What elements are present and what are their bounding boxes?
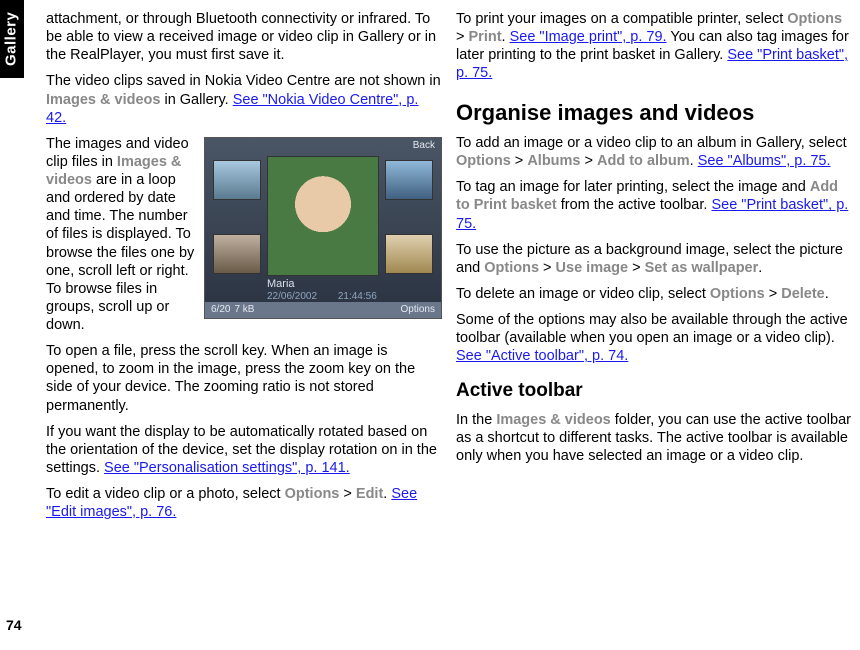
phone-thumb [213,234,261,274]
phone-thumb [385,234,433,274]
ui-options: Options [787,11,842,27]
ui-use-image: Use image [556,260,629,276]
phone-options: Options [401,304,435,317]
right-column: To print your images on a compatible pri… [456,2,852,650]
heading-active-toolbar: Active toolbar [456,379,852,403]
phone-filename: Maria [267,278,295,292]
para-auto-rotate: If you want the display to be automatica… [46,423,442,477]
ui-options: Options [456,153,511,169]
phone-time: 21:44:56 [338,291,377,302]
text: > [511,153,528,169]
para-wallpaper: To use the picture as a background image… [456,241,852,277]
link-image-print[interactable]: See "Image print", p. 79. [510,29,667,45]
text: In the [456,412,496,428]
text: > [339,486,356,502]
page: Gallery 74 attachment, or through Blueto… [0,0,860,650]
phone-screenshot: Back Maria 22/06/2002 21:44:56 6/20 7 [204,137,442,319]
ui-edit: Edit [356,486,383,502]
para-delete: To delete an image or video clip, select… [456,285,852,303]
ui-add-to-album: Add to album [597,153,690,169]
text: > [628,260,645,276]
phone-date: 22/06/2002 [267,291,317,302]
para-attachment: attachment, or through Bluetooth connect… [46,10,442,64]
link-personalisation-settings[interactable]: See "Personalisation settings", p. 141. [104,460,350,476]
text: To tag an image for later printing, sele… [456,179,810,195]
ui-options: Options [484,260,539,276]
text: . [502,29,510,45]
text: > [580,153,597,169]
text: Some of the options may also be availabl… [456,312,848,346]
phone-thumb [213,160,261,200]
phone-back-label: Back [413,140,435,153]
heading-organise: Organise images and videos [456,99,852,127]
ui-albums: Albums [527,153,580,169]
phone-thumb [385,160,433,200]
ui-options: Options [285,486,340,502]
text: > [765,286,782,302]
para-edit: To edit a video clip or a photo, select … [46,485,442,521]
link-active-toolbar[interactable]: See "Active toolbar", p. 74. [456,348,628,364]
text: in Gallery. [160,92,232,108]
text: . [690,153,698,169]
link-albums[interactable]: See "Albums", p. 75. [698,153,831,169]
para-images-loop: Back Maria 22/06/2002 21:44:56 6/20 7 [46,135,442,334]
page-number: 74 [6,617,22,635]
left-column: attachment, or through Bluetooth connect… [46,2,442,650]
content-columns: attachment, or through Bluetooth connect… [46,0,852,650]
ui-print: Print [469,29,502,45]
text: > [539,260,556,276]
para-open-file: To open a file, press the scroll key. Wh… [46,342,442,415]
text: To delete an image or video clip, select [456,286,710,302]
para-video-centre: The video clips saved in Nokia Video Cen… [46,72,442,126]
ui-images-videos: Images & videos [46,92,160,108]
para-active-toolbar-desc: In the Images & videos folder, you can u… [456,411,852,465]
text: To add an image or a video clip to an al… [456,135,847,151]
ui-delete: Delete [781,286,825,302]
ui-images-videos: Images & videos [496,412,610,428]
side-tab-gallery: Gallery [0,0,24,78]
phone-counter: 6/20 [211,304,230,317]
para-active-toolbar-ref: Some of the options may also be availabl… [456,311,852,365]
text: . [825,286,829,302]
para-print: To print your images on a compatible pri… [456,10,852,83]
phone-bottom-bar: 6/20 7 kB Options [205,302,441,318]
text: The video clips saved in Nokia Video Cen… [46,73,441,89]
text: from the active toolbar. [557,197,712,213]
para-add-album: To add an image or a video clip to an al… [456,134,852,170]
ui-options: Options [710,286,765,302]
ui-set-as-wallpaper: Set as wallpaper [645,260,759,276]
phone-size: 7 kB [234,304,254,317]
text: To edit a video clip or a photo, select [46,486,285,502]
text: . [758,260,762,276]
para-tag-print: To tag an image for later printing, sele… [456,178,852,232]
phone-thumb-main [267,156,379,276]
text: are in a loop and ordered by date and ti… [46,172,194,333]
text: > [456,29,469,45]
text: To print your images on a compatible pri… [456,11,787,27]
phone-counter-size: 6/20 7 kB [211,304,254,317]
